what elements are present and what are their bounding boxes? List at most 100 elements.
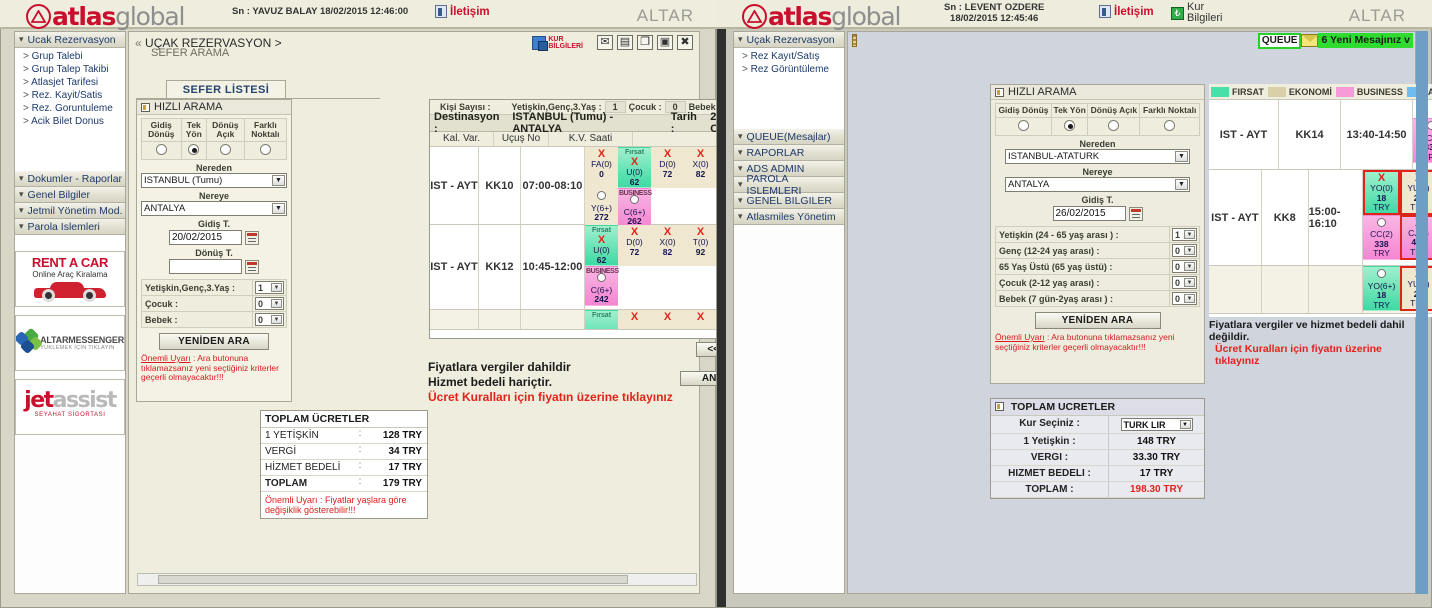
pax-value-cell-0[interactable]: 1 ▼ xyxy=(1169,226,1200,243)
pax-value-cell-0[interactable]: 1 ▼ xyxy=(252,279,287,296)
right-kur-bilgileri-link[interactable]: Kur Bilgileri xyxy=(1171,2,1222,24)
sidebar-item-rez-kayit-satis[interactable]: Rez. Kayit/Satis xyxy=(15,89,125,102)
sidebar-section-genel-bilgiler[interactable]: ▾ GENEL BILGILER xyxy=(734,193,844,209)
currency-value-cell[interactable]: TURK LIR ▼ xyxy=(1109,416,1204,433)
right-window-scroll-gutter[interactable] xyxy=(1416,31,1428,594)
sidebar-section-ucak-rezervasyon[interactable]: ▾ Ucak Rezervasyon xyxy=(15,32,125,48)
fare-cell[interactable]: X D(0) 72 xyxy=(651,147,684,188)
chevron-down-icon[interactable]: ▼ xyxy=(272,175,285,186)
fare-cell[interactable]: Fırsat X U(0) 62 xyxy=(585,225,618,266)
chevron-down-icon[interactable]: ▼ xyxy=(1175,151,1188,162)
fare-cell[interactable]: Y(6+) 272 xyxy=(585,188,618,228)
chevron-down-icon[interactable]: ▼ xyxy=(271,315,282,324)
calendar-icon[interactable] xyxy=(1128,206,1143,221)
pax-value-cell-3[interactable]: 0 ▼ xyxy=(1169,274,1200,291)
fare-cell[interactable]: BUSINESS C(6+) 262 xyxy=(618,188,652,228)
radio-farkli-noktali[interactable] xyxy=(1164,120,1176,131)
chevron-down-icon[interactable]: ▼ xyxy=(272,203,285,214)
chevron-down-icon[interactable]: ▼ xyxy=(271,283,282,292)
fare-cell[interactable]: X FA(0) 0 xyxy=(585,147,618,188)
ad-jetassist[interactable]: jetassist SEYAHAT SİGORTASI xyxy=(15,379,125,435)
pax-select-0[interactable]: 1 ▼ xyxy=(1172,228,1197,241)
chevron-down-icon[interactable]: ▼ xyxy=(271,299,282,308)
fare-cell[interactable]: X YO(0) 18 TRY xyxy=(1363,170,1400,215)
radio-tek-yon[interactable] xyxy=(1064,120,1076,131)
pax-value-cell-2[interactable]: 0 ▼ xyxy=(1169,258,1200,275)
radio-farkli-noktali[interactable] xyxy=(259,144,271,155)
fare-cell[interactable]: BUSINESS C(6+) 242 xyxy=(585,266,619,306)
calendar-icon[interactable] xyxy=(245,259,259,274)
fare-cell[interactable]: X X(0) 82 xyxy=(684,147,716,188)
pax-value-cell-1[interactable]: 0 ▼ xyxy=(252,295,287,312)
grid-icon[interactable] xyxy=(617,35,633,50)
queue-message[interactable]: 6 Yeni Mesajınız v xyxy=(1318,33,1413,48)
sidebar-section-jetmil-yonetim[interactable]: ▾ Jetmil Yönetim Mod. xyxy=(15,203,125,219)
chevron-down-icon[interactable]: ▼ xyxy=(1184,246,1195,255)
pax-select-4[interactable]: 0 ▼ xyxy=(1172,292,1197,305)
sidebar-section-dokumler-raporlar[interactable]: ▾ Dokumler - Raporlar xyxy=(15,171,125,187)
pax-select-0[interactable]: 1 ▼ xyxy=(255,281,284,294)
radio-icon[interactable] xyxy=(1377,269,1386,278)
from-select[interactable]: ISTANBUL-ATATURK ▼ xyxy=(1005,149,1190,164)
departure-date-input[interactable]: 26/02/2015 xyxy=(1052,206,1126,221)
search-again-button[interactable]: YENİDEN ARA xyxy=(1034,312,1161,329)
sidebar-section-ucak-rezervasyon[interactable]: ▾ Uçak Rezervasyon xyxy=(734,32,844,48)
sidebar-section-raporlar[interactable]: ▾ RAPORLAR xyxy=(734,145,844,161)
radio-icon[interactable] xyxy=(1377,217,1386,227)
sidebar-section-genel-bilgiler[interactable]: ▾ Genel Bilgiler xyxy=(15,187,125,203)
pax-select-2[interactable]: 0 ▼ xyxy=(1172,260,1197,273)
sidebar-item-grup-talep-takibi[interactable]: Grup Talep Takibi xyxy=(15,63,125,76)
pax-select-1[interactable]: 0 ▼ xyxy=(1172,244,1197,257)
sidebar-item-atlasjet-tarifesi[interactable]: Atlasjet Tarifesi xyxy=(15,76,125,89)
radio-donus-acik[interactable] xyxy=(219,144,231,155)
chevron-down-icon[interactable]: ▼ xyxy=(1184,278,1195,287)
pax-value-cell-2[interactable]: 0 ▼ xyxy=(252,311,287,328)
window-icon[interactable] xyxy=(637,35,653,50)
radio-donus-acik[interactable] xyxy=(1108,120,1120,131)
chevron-down-icon[interactable]: ▼ xyxy=(1175,179,1188,190)
chevron-down-icon[interactable]: ▼ xyxy=(1184,294,1195,303)
fare-cell[interactable]: X xyxy=(651,310,684,329)
ad-altarmessenger[interactable]: ALTARMESSENGER YUKLEMEK İÇİN TIKLAYIN xyxy=(15,315,125,371)
notes-icon[interactable] xyxy=(657,35,673,50)
trip-type-radio-cell-3[interactable] xyxy=(243,141,288,160)
previous-day-button[interactable]: << ONCEKI GUN xyxy=(696,342,716,357)
fare-cell[interactable]: X D(0) 72 xyxy=(618,225,651,266)
radio-icon[interactable] xyxy=(630,195,639,204)
search-again-button[interactable]: YENİDEN ARA xyxy=(159,333,269,350)
trip-type-radio-cell-3[interactable] xyxy=(1139,117,1200,136)
fare-cell[interactable]: CC(2) 338 TRY xyxy=(1363,214,1400,260)
radio-tek-yon[interactable] xyxy=(188,144,200,155)
ad-rent-a-car[interactable]: RENT A CAR Online Araç Kiralama xyxy=(15,251,125,307)
trip-type-radio-cell-2[interactable] xyxy=(1087,117,1141,136)
pax-select-2[interactable]: 0 ▼ xyxy=(255,313,284,326)
radio-icon[interactable] xyxy=(597,191,606,200)
pax-select-3[interactable]: 0 ▼ xyxy=(1172,276,1197,289)
chevron-down-icon[interactable]: ▼ xyxy=(1184,230,1195,239)
pax-value-cell-1[interactable]: 0 ▼ xyxy=(1169,242,1200,259)
left-iletisim-link[interactable]: İletişim xyxy=(435,5,490,18)
fare-cell[interactable]: X xyxy=(684,310,716,329)
mail-icon[interactable] xyxy=(597,35,613,50)
return-date-input[interactable] xyxy=(169,259,242,274)
currency-select[interactable]: TURK LIR ▼ xyxy=(1120,418,1193,431)
right-iletisim-link[interactable]: İletişim xyxy=(1099,5,1154,18)
trip-type-radio-cell-1[interactable] xyxy=(1050,117,1089,136)
sidebar-section-queue[interactable]: ▾ QUEUE(Mesajlar) xyxy=(734,129,844,145)
tab-sefer-listesi[interactable]: SEFER LİSTESİ xyxy=(166,80,286,99)
fare-cell[interactable]: X xyxy=(618,310,651,329)
pax-select-1[interactable]: 0 ▼ xyxy=(255,297,284,310)
to-select[interactable]: ANTALYA ▼ xyxy=(1005,177,1190,192)
kur-bilgileri-button[interactable]: KUR BİLGİLERİ xyxy=(532,36,583,51)
sidebar-section-parola-islemleri[interactable]: ▾ Parola Islemleri xyxy=(15,219,125,235)
close-icon[interactable] xyxy=(677,35,693,50)
trip-type-radio-cell-2[interactable] xyxy=(205,141,245,160)
queue-notification[interactable]: QUEUE 6 Yeni Mesajınız v xyxy=(1257,32,1413,49)
queue-label[interactable]: QUEUE xyxy=(1257,32,1302,49)
fare-cell[interactable]: X T(0) 92 xyxy=(684,225,716,266)
drag-handle[interactable] xyxy=(852,34,857,47)
fare-cell[interactable]: X X(0) 82 xyxy=(651,225,684,266)
fare-cell[interactable]: Fırsat xyxy=(585,310,618,329)
sidebar-item-rez-goruntuleme[interactable]: Rez Görüntüleme xyxy=(734,63,844,76)
trip-type-radio-cell-0[interactable] xyxy=(995,117,1052,136)
